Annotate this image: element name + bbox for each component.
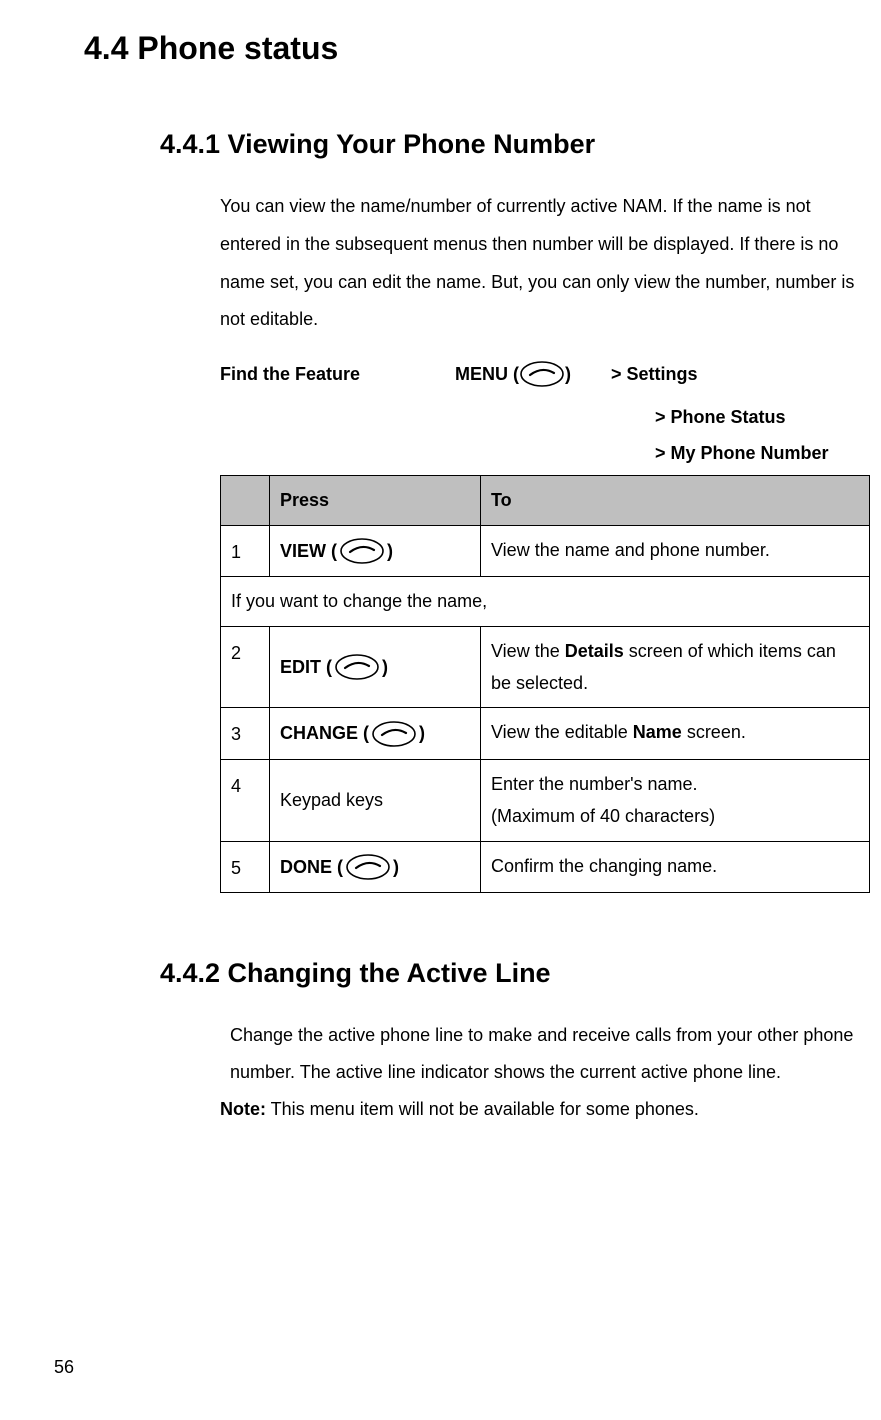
to-bold: Details	[565, 641, 624, 661]
table-header-to: To	[481, 476, 870, 525]
table-row: 2 EDIT ( ) View the Details screen of wh…	[221, 626, 870, 708]
table-row: 3 CHANGE ( ) View the editable Name scre…	[221, 708, 870, 759]
press-cell: EDIT ( )	[270, 626, 481, 708]
section-2-note: Note: This menu item will not be availab…	[220, 1091, 861, 1128]
press-suffix: )	[387, 535, 393, 567]
to-cell: Confirm the changing name.	[481, 841, 870, 892]
press-prefix: VIEW (	[280, 535, 337, 567]
soft-key-icon	[339, 537, 385, 565]
step-number: 3	[221, 708, 270, 759]
to-line1: Enter the number's name.	[491, 768, 859, 800]
press-plain: Keypad keys	[280, 790, 383, 810]
heading-4-4-2: 4.4.2 Changing the Active Line	[160, 948, 881, 999]
press-prefix: CHANGE (	[280, 717, 369, 749]
heading-4-4: 4.4 Phone status	[84, 18, 881, 79]
soft-key-icon	[345, 853, 391, 881]
to-cell: View the editable Name screen.	[481, 708, 870, 759]
breadcrumb-settings: > Settings	[611, 357, 698, 391]
press-cell: DONE ( )	[270, 841, 481, 892]
span-note: If you want to change the name,	[221, 577, 870, 626]
menu-prefix: MENU (	[455, 357, 519, 391]
page-number: 56	[54, 1350, 74, 1384]
steps-table: Press To 1 VIEW ( ) View the name and ph…	[220, 475, 870, 893]
table-header-press: Press	[270, 476, 481, 525]
press-cell: Keypad keys	[270, 759, 481, 841]
press-cell: VIEW ( )	[270, 525, 481, 576]
table-row: 1 VIEW ( ) View the name and phone numbe…	[221, 525, 870, 576]
step-number: 5	[221, 841, 270, 892]
soft-key-icon	[334, 653, 380, 681]
table-header-blank	[221, 476, 270, 525]
heading-4-4-1: 4.4.1 Viewing Your Phone Number	[160, 119, 881, 170]
breadcrumb-phone-status: > Phone Status	[655, 399, 861, 435]
step-number: 2	[221, 626, 270, 708]
menu-suffix: )	[565, 357, 571, 391]
press-cell: CHANGE ( )	[270, 708, 481, 759]
press-suffix: )	[382, 651, 388, 683]
note-bold: Note:	[220, 1099, 266, 1119]
breadcrumb-my-phone-number: > My Phone Number	[655, 435, 861, 471]
step-number: 4	[221, 759, 270, 841]
section-1-paragraph: You can view the name/number of currentl…	[220, 188, 861, 339]
to-line2: (Maximum of 40 characters)	[491, 800, 859, 832]
soft-key-icon	[371, 720, 417, 748]
to-cell: View the name and phone number.	[481, 525, 870, 576]
press-suffix: )	[419, 717, 425, 749]
press-prefix: DONE (	[280, 851, 343, 883]
to-post: screen.	[682, 722, 746, 742]
menu-button-label: MENU ( )	[455, 357, 571, 391]
press-prefix: EDIT (	[280, 651, 332, 683]
to-pre: View the	[491, 641, 565, 661]
to-bold: Name	[633, 722, 682, 742]
table-row: 4 Keypad keys Enter the number's name. (…	[221, 759, 870, 841]
note-rest: This menu item will not be available for…	[266, 1099, 699, 1119]
press-suffix: )	[393, 851, 399, 883]
soft-key-icon	[519, 360, 565, 388]
table-row: 5 DONE ( ) Confirm the changing name.	[221, 841, 870, 892]
to-cell: Enter the number's name. (Maximum of 40 …	[481, 759, 870, 841]
find-the-feature-row: Find the Feature MENU ( ) > Settings	[220, 357, 861, 391]
table-row-span: If you want to change the name,	[221, 577, 870, 626]
step-number: 1	[221, 525, 270, 576]
find-feature-label: Find the Feature	[220, 357, 455, 391]
to-cell: View the Details screen of which items c…	[481, 626, 870, 708]
section-2-paragraph: Change the active phone line to make and…	[230, 1017, 861, 1091]
to-pre: View the editable	[491, 722, 633, 742]
